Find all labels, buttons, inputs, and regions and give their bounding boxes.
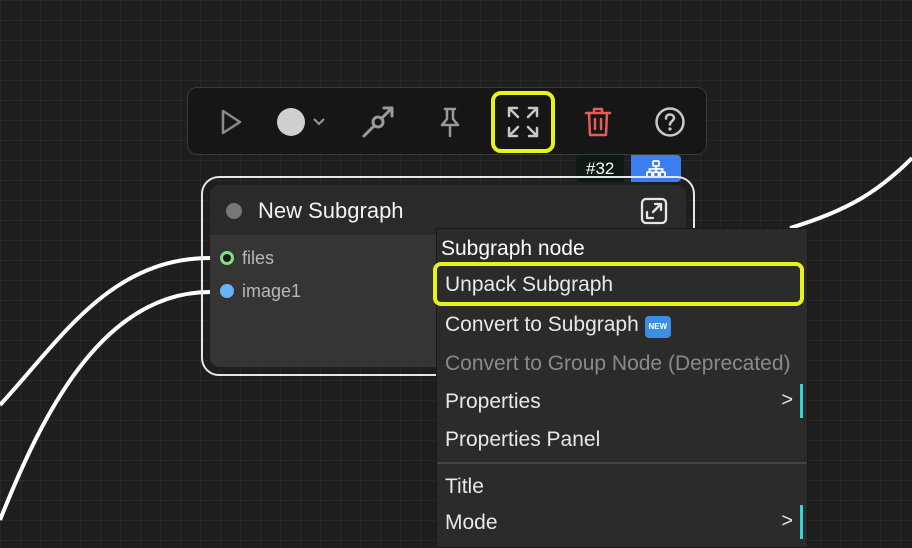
menu-item-label: Convert to Subgraph <box>445 313 639 336</box>
image1-input-label: image1 <box>242 281 302 301</box>
run-button[interactable] <box>202 88 258 156</box>
files-input-slot[interactable] <box>220 251 234 265</box>
help-button[interactable] <box>640 88 700 156</box>
play-icon <box>221 109 242 135</box>
new-badge: NEW <box>644 316 671 338</box>
menu-item-properties-panel[interactable]: Properties Panel <box>445 428 600 452</box>
selection-toolbox <box>187 87 707 155</box>
menu-item-title[interactable]: Title <box>445 475 484 499</box>
menu-separator <box>437 462 807 464</box>
help-icon <box>655 107 685 137</box>
bypass-icon <box>362 106 394 138</box>
node-collapse-dot[interactable] <box>226 203 242 219</box>
context-menu: Subgraph node Unpack Subgraph Convert to… <box>433 228 808 548</box>
image1-input-slot[interactable] <box>220 284 234 298</box>
delete-button[interactable] <box>568 88 628 156</box>
menu-header: Subgraph node <box>441 237 585 260</box>
files-input-label: files <box>242 248 275 268</box>
open-subgraph-icon[interactable] <box>640 197 668 225</box>
mode-submenu-indicator <box>800 505 803 539</box>
properties-submenu-indicator <box>800 384 803 418</box>
color-circle-icon <box>277 108 325 136</box>
properties-submenu-arrow: > <box>781 389 793 411</box>
mode-submenu-arrow: > <box>781 510 793 532</box>
expand-button[interactable] <box>491 91 555 153</box>
menu-item-convert-to-subgraph[interactable]: Convert to Subgraph NEW <box>445 313 671 338</box>
menu-item-unpack-subgraph[interactable]: Unpack Subgraph <box>445 273 613 297</box>
subgraph-hierarchy-icon <box>646 159 666 178</box>
bypass-button[interactable] <box>348 88 408 156</box>
menu-item-mode[interactable]: Mode <box>445 511 498 535</box>
expand-icon <box>507 106 539 138</box>
node-title: New Subgraph <box>258 198 404 223</box>
trash-icon <box>584 107 612 137</box>
pin-icon <box>440 107 460 138</box>
menu-item-properties[interactable]: Properties <box>445 390 541 414</box>
pin-button[interactable] <box>420 88 480 156</box>
menu-item-convert-to-group-node: Convert to Group Node (Deprecated) <box>445 352 791 375</box>
color-picker-button[interactable] <box>268 88 340 156</box>
